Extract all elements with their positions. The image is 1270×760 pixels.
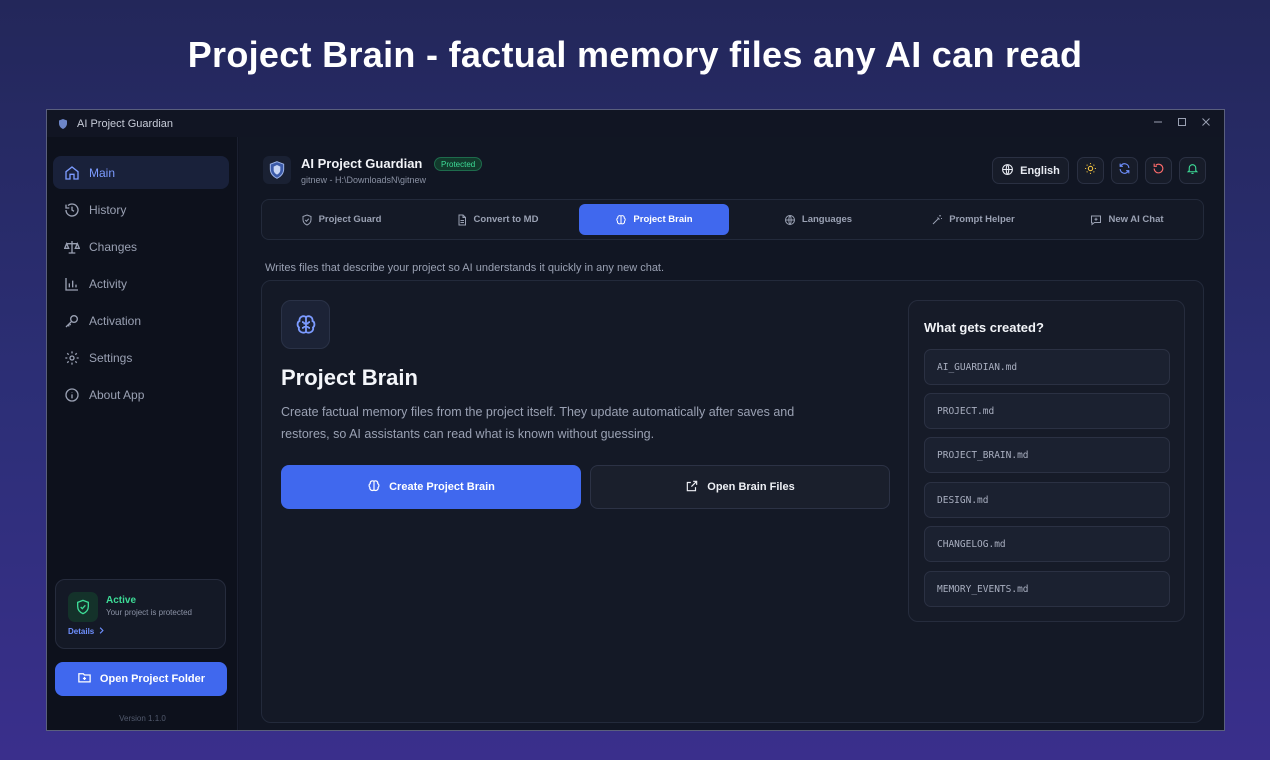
window-title: AI Project Guardian [77,117,173,130]
brain-icon [615,214,627,226]
sidebar-item-changes[interactable]: Changes [53,230,229,263]
sidebar-item-label: Activity [89,276,128,291]
tab-label: Convert to MD [473,214,539,225]
external-link-icon [685,479,699,496]
sidebar-item-about[interactable]: About App [53,378,229,411]
brain-icon [281,300,330,349]
tab-prompt-helper[interactable]: Prompt Helper [898,204,1048,235]
app-shield-icon [57,118,69,130]
sidebar-item-history[interactable]: History [53,193,229,226]
history-icon [63,201,81,219]
globe-icon [784,214,796,226]
tab-new-ai-chat[interactable]: New AI Chat [1052,204,1202,235]
chat-plus-icon [1090,214,1102,226]
sidebar-item-label: Changes [89,239,138,254]
language-button[interactable]: English [992,157,1069,184]
list-item: CHANGELOG.md [924,526,1170,562]
notifications-button[interactable] [1179,157,1206,184]
close-icon[interactable] [1198,114,1214,130]
status-badge: Protected [434,157,483,171]
sun-icon [1084,162,1097,180]
home-icon [63,164,81,182]
file-icon [456,214,468,226]
panel-description: Create factual memory files from the pro… [281,405,795,441]
tab-project-brain[interactable]: Project Brain [579,204,729,235]
bell-icon [1186,162,1199,180]
files-title: What gets created? [924,320,1044,335]
panel-title: Project Brain [281,365,418,390]
sidebar-item-label: About App [89,387,145,402]
details-link[interactable]: Details [68,627,105,636]
sidebar-item-settings[interactable]: Settings [53,341,229,374]
key-icon [63,312,81,330]
sidebar-item-activity[interactable]: Activity [53,267,229,300]
tab-label: Prompt Helper [949,214,1015,225]
status-title: Active [106,595,137,606]
tab-description: Writes files that describe your project … [265,262,665,274]
shield-check-icon [301,213,313,226]
maximize-icon[interactable] [1174,114,1190,130]
list-item: PROJECT_BRAIN.md [924,437,1170,473]
tab-convert-to-md[interactable]: Convert to MD [422,204,572,235]
details-label: Details [68,627,95,636]
create-project-brain-label: Create Project Brain [389,481,495,493]
sidebar-nav: Main History Changes Activity Activation… [53,156,229,415]
sync-button[interactable] [1111,157,1138,184]
protection-status-card: Active Your project is protected Details [55,579,226,649]
scale-icon [63,238,81,256]
tab-label: Project Guard [318,214,382,225]
project-logo-icon [263,156,291,184]
sidebar: Main History Changes Activity Activation… [47,137,238,730]
tab-label: New AI Chat [1108,214,1164,225]
sidebar-item-label: History [89,202,127,217]
sidebar-item-activation[interactable]: Activation [53,304,229,337]
restore-button[interactable] [1145,157,1172,184]
title-bar: AI Project Guardian [47,110,1224,137]
shield-check-icon [68,592,98,622]
tab-languages[interactable]: Languages [743,204,893,235]
language-label: English [1020,164,1060,177]
info-icon [63,386,81,404]
brain-icon [367,479,381,496]
tab-bar: Project Guard Convert to MD Project Brai… [261,199,1204,240]
status-subtitle: Your project is protected [106,608,192,617]
sidebar-item-main[interactable]: Main [53,156,229,189]
tab-project-guard[interactable]: Project Guard [266,204,416,235]
tab-label: Project Brain [633,214,693,225]
app-window: AI Project Guardian Main History Changes [46,109,1225,731]
globe-icon [1001,163,1014,179]
project-path: gitnew - H:\DownloadsN\gitnew [301,175,427,185]
files-card: What gets created? AI_GUARDIAN.md PROJEC… [908,300,1185,622]
sidebar-item-label: Activation [89,313,142,328]
project-name: AI Project Guardian [301,156,423,171]
list-item: DESIGN.md [924,482,1170,518]
chart-icon [63,275,81,293]
minimize-icon[interactable] [1150,114,1166,130]
list-item: AI_GUARDIAN.md [924,349,1170,385]
sidebar-item-label: Settings [89,350,133,365]
app-version: Version 1.1.0 [119,714,166,723]
open-brain-files-button[interactable]: Open Brain Files [590,465,890,509]
undo-icon [1152,162,1165,180]
folder-plus-icon [77,670,92,688]
sidebar-item-label: Main [89,165,116,180]
create-project-brain-button[interactable]: Create Project Brain [281,465,581,509]
list-item: MEMORY_EVENTS.md [924,571,1170,607]
tab-label: Languages [801,214,853,225]
theme-toggle-button[interactable] [1077,157,1104,184]
open-project-folder-label: Open Project Folder [99,673,206,685]
open-brain-files-label: Open Brain Files [707,481,795,493]
gear-icon [63,349,81,367]
wand-icon [931,214,943,226]
chevron-right-icon [98,627,105,636]
list-item: PROJECT.md [924,393,1170,429]
open-project-folder-button[interactable]: Open Project Folder [55,662,227,696]
project-brain-panel: Project Brain Create factual memory file… [261,280,1204,723]
headline: Project Brain - factual memory files any… [187,34,1083,75]
main-content: AI Project Guardian Protected gitnew - H… [239,137,1224,730]
refresh-icon [1118,162,1131,180]
